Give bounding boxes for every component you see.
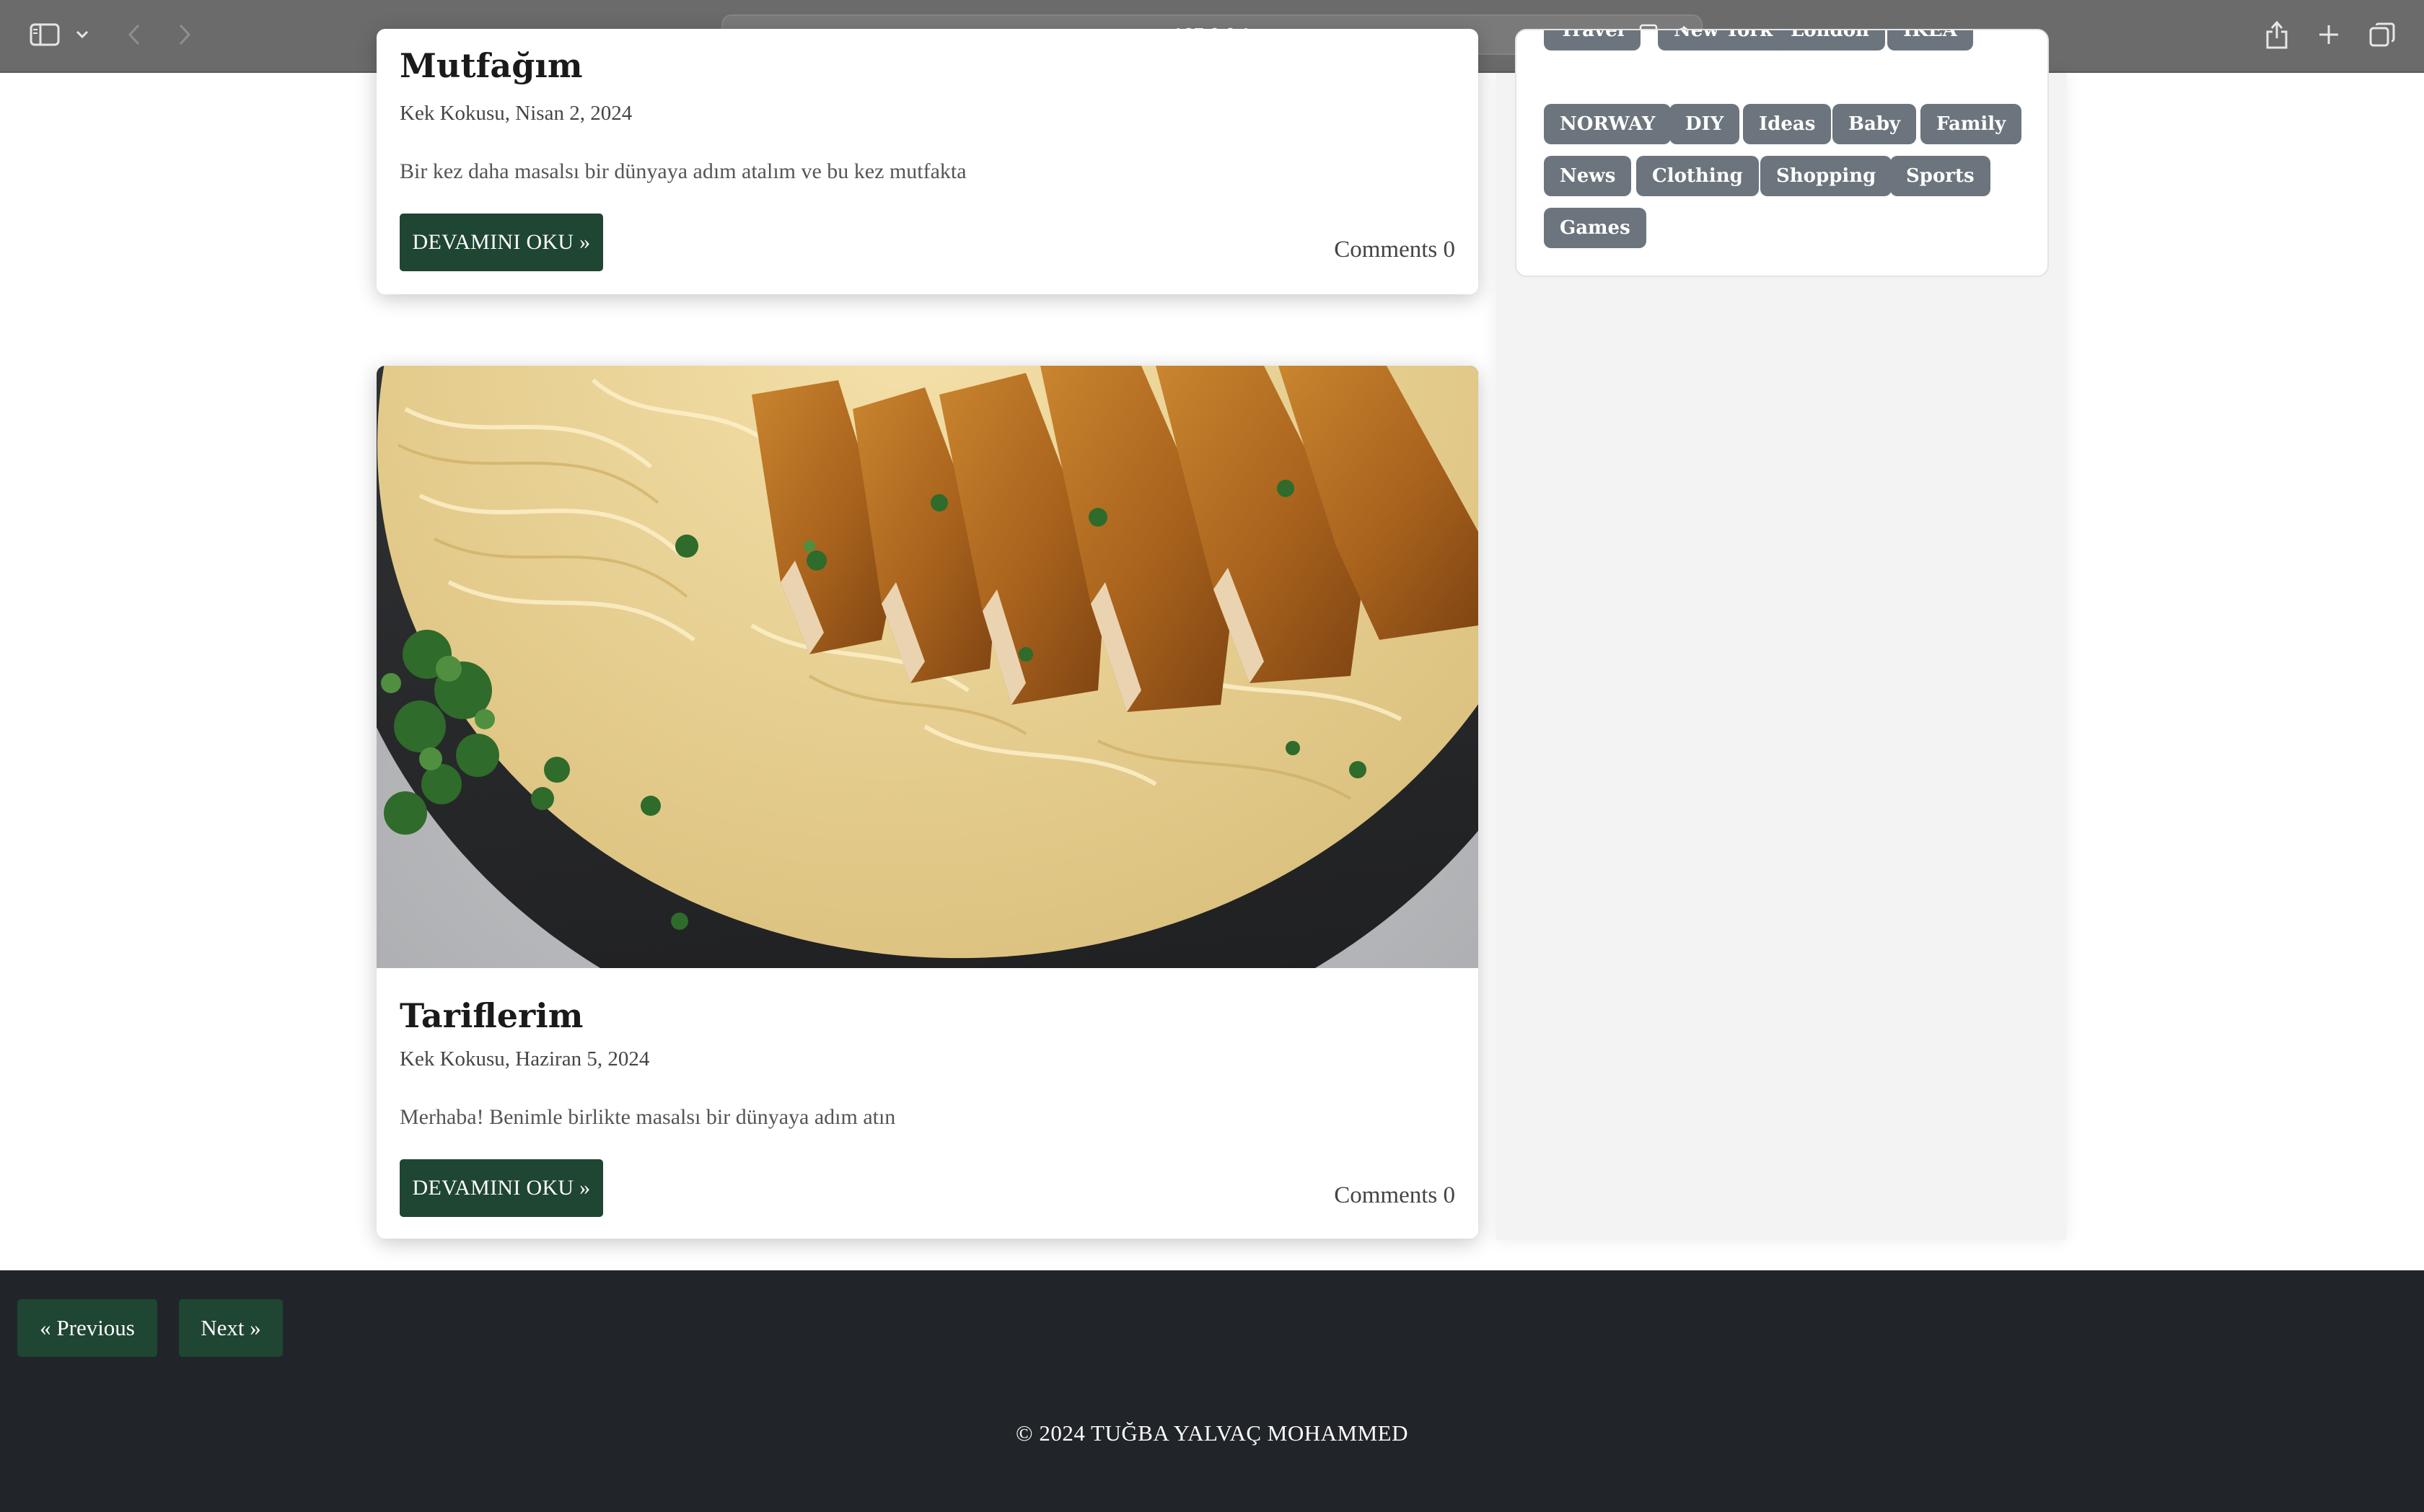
chevron-right-icon[interactable] [170, 17, 199, 52]
tag-item[interactable]: IKEA [1887, 30, 1973, 50]
site-footer: « Previous Next » © 2024 TUĞBA YALVAÇ MO… [0, 1270, 2424, 1512]
previous-page-button[interactable]: « Previous [17, 1299, 157, 1357]
post-meta: Kek Kokusu, Nisan 2, 2024 [400, 102, 633, 125]
read-more-button[interactable]: DEVAMINI OKU » [400, 214, 603, 271]
post-card: Tariflerim Kek Kokusu, Haziran 5, 2024 M… [377, 366, 1478, 1239]
tag-item[interactable]: New York [1658, 30, 1789, 50]
plus-icon[interactable] [2313, 17, 2345, 52]
sidebar-icon[interactable] [26, 17, 63, 52]
post-card: Mutfağım Kek Kokusu, Nisan 2, 2024 Bir k… [377, 29, 1478, 294]
read-more-button[interactable]: DEVAMINI OKU » [400, 1159, 603, 1217]
tag-item[interactable]: Ideas [1743, 104, 1832, 144]
next-page-button[interactable]: Next » [179, 1299, 283, 1357]
tag-item[interactable]: Clothing [1636, 156, 1759, 196]
chevron-left-icon[interactable] [120, 17, 149, 52]
post-image[interactable] [377, 366, 1478, 968]
post-excerpt: Bir kez daha masalsı bir dünyaya adım at… [400, 159, 967, 183]
tag-item[interactable]: Baby [1832, 104, 1917, 144]
chevron-down-icon[interactable] [72, 17, 92, 52]
post-meta: Kek Kokusu, Haziran 5, 2024 [400, 1047, 650, 1071]
tag-item[interactable]: NORWAY [1544, 104, 1672, 144]
tag-item[interactable]: DIY [1669, 104, 1740, 144]
tag-item[interactable]: Family [1920, 104, 2022, 144]
tag-item[interactable]: London [1775, 30, 1885, 50]
copyright-text: © 2024 TUĞBA YALVAÇ MOHAMMED [1016, 1420, 1408, 1446]
tag-item[interactable]: Shopping [1760, 156, 1892, 196]
comments-count[interactable]: Comments 0 [1334, 1182, 1455, 1209]
tag-cloud: Travel New York London IKEA NORWAY DIY I… [1515, 29, 2049, 277]
tag-item[interactable]: Sports [1890, 156, 1990, 196]
share-icon[interactable] [2261, 17, 2293, 52]
post-title[interactable]: Mutfağım [400, 46, 583, 85]
tag-item[interactable]: News [1544, 156, 1632, 196]
post-title[interactable]: Tariflerim [400, 996, 583, 1035]
tag-item[interactable]: Travel [1544, 30, 1641, 50]
comments-count[interactable]: Comments 0 [1334, 237, 1455, 263]
tag-item[interactable]: Games [1544, 208, 1646, 248]
tabs-overview-icon[interactable] [2365, 17, 2399, 52]
post-excerpt: Merhaba! Benimle birlikte masalsı bir dü… [400, 1105, 896, 1129]
